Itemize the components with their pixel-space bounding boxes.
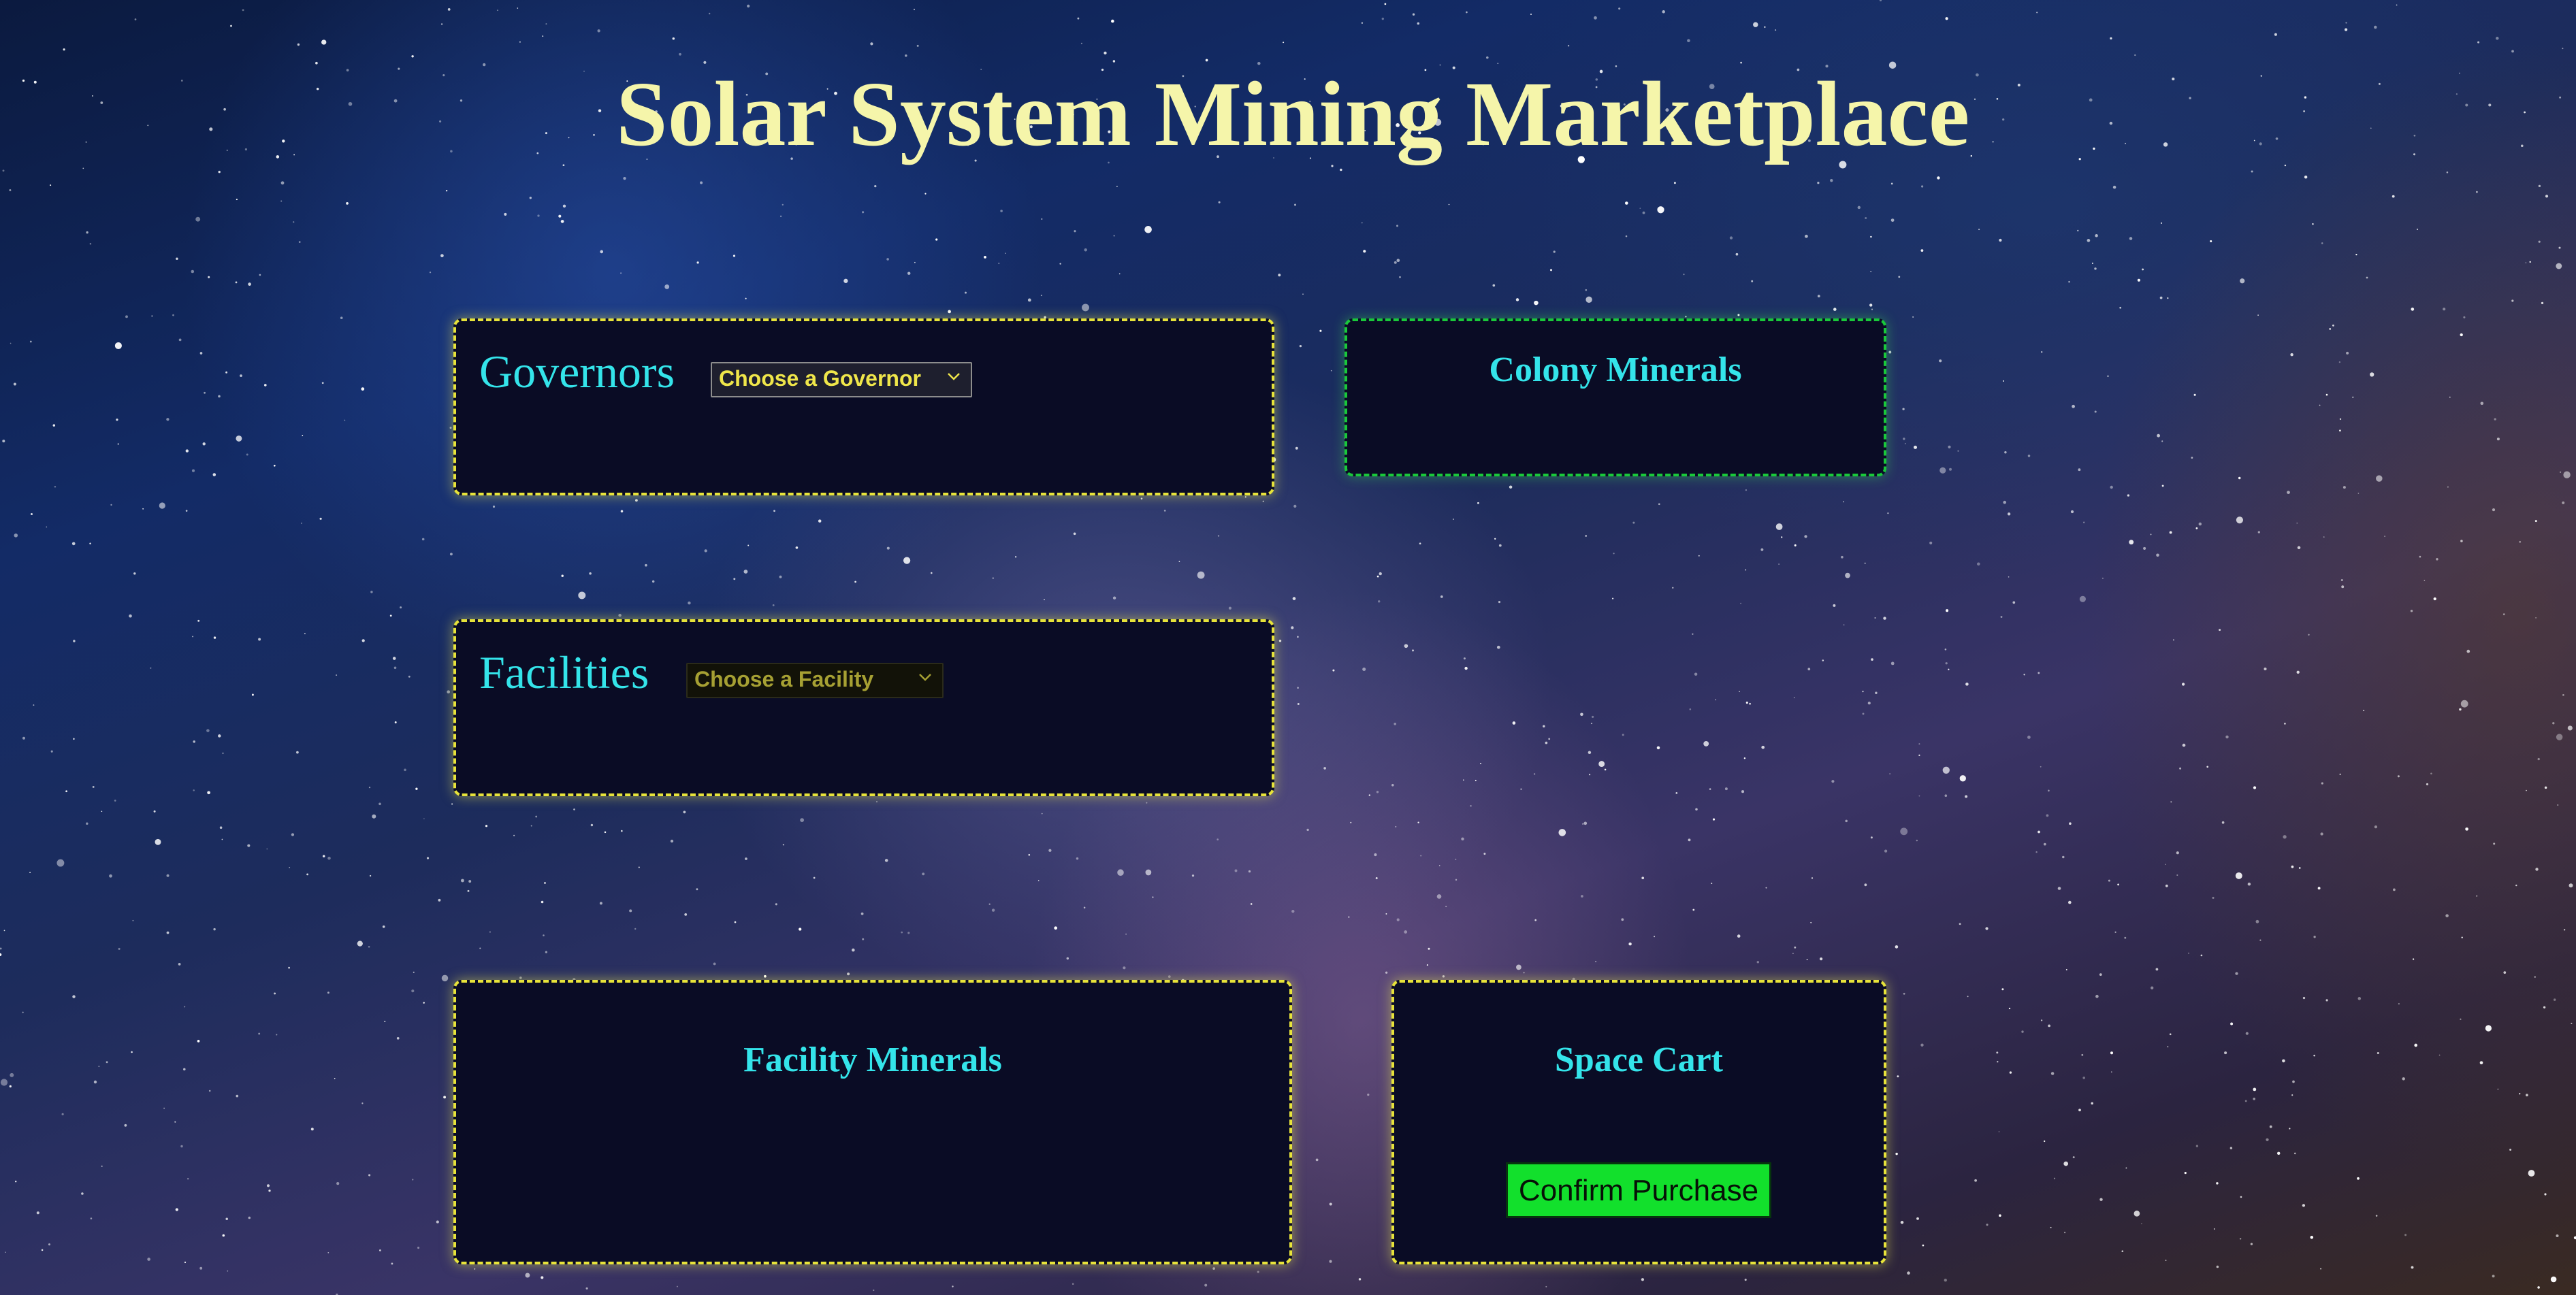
page-title: Solar System Mining Marketplace (616, 63, 1970, 165)
chevron-down-icon (948, 373, 960, 380)
facility-select-value: Choose a Facility (694, 667, 874, 691)
governor-select[interactable]: Choose a Governor (711, 362, 972, 397)
chevron-down-icon (919, 674, 931, 681)
colony-minerals-panel: Colony Minerals (1345, 318, 1886, 476)
facilities-label: Facilities (479, 646, 649, 698)
governors-label: Governors (479, 346, 675, 397)
facility-minerals-panel: Facility Minerals (453, 980, 1292, 1264)
space-cart-heading: Space Cart (1555, 1040, 1723, 1079)
colony-minerals-heading: Colony Minerals (1489, 350, 1742, 389)
governor-select-value: Choose a Governor (719, 366, 921, 391)
confirm-purchase-button[interactable]: Confirm Purchase (1506, 1162, 1771, 1218)
space-cart-panel: Space Cart (1391, 980, 1886, 1264)
facility-minerals-heading: Facility Minerals (743, 1040, 1002, 1079)
facility-select[interactable]: Choose a Facility (686, 663, 944, 698)
